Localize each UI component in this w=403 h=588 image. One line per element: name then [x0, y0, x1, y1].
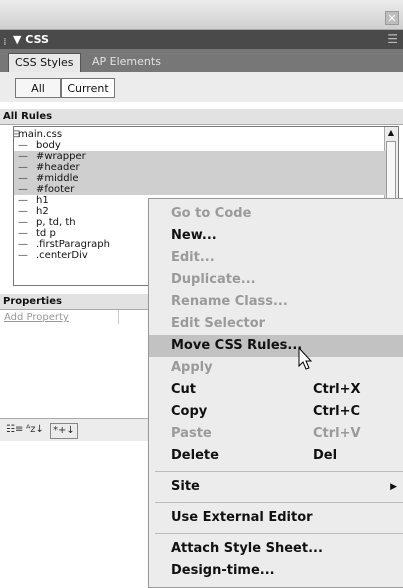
- menu-item-cut[interactable]: Cut Ctrl+X: [149, 379, 403, 401]
- context-menu: Go to Code New... Edit... Duplicate... Renam…: [148, 198, 403, 588]
- panel-title[interactable]: ▼ CSS: [13, 30, 49, 49]
- current-button[interactable]: Current: [61, 78, 115, 98]
- menu-separator: [155, 533, 403, 534]
- rule-label: h1: [36, 195, 49, 206]
- menu-item-paste[interactable]: Paste Ctrl+V: [149, 423, 403, 445]
- menu-item-label: Use External Editor: [171, 510, 313, 525]
- rule-label: #middle: [36, 173, 79, 184]
- menu-item-label: Apply: [171, 360, 213, 375]
- menu-item-shortcut: Ctrl+V: [313, 426, 361, 441]
- rule-label: #wrapper: [36, 151, 86, 162]
- collapse-icon[interactable]: ⊟: [14, 129, 20, 140]
- rule-label: .centerDiv: [36, 250, 88, 261]
- tree-line-icon: —: [18, 184, 28, 195]
- menu-item-label: Rename Class...: [171, 294, 288, 309]
- tree-line-icon: —: [18, 250, 28, 261]
- rule-row[interactable]: #wrapper —: [14, 151, 386, 162]
- menu-item-attach-style-sheet[interactable]: Attach Style Sheet...: [149, 538, 403, 560]
- menu-item-shortcut: Ctrl+C: [313, 404, 361, 419]
- mode-toggles: All Current: [0, 72, 403, 102]
- tree-line-icon: —: [18, 195, 28, 206]
- scroll-up-icon[interactable]: ▲: [386, 128, 396, 138]
- rule-row[interactable]: #footer —: [14, 184, 386, 195]
- menu-item-label: Attach Style Sheet...: [171, 541, 323, 556]
- menu-item-design-time[interactable]: Design-time...: [149, 560, 403, 582]
- menu-item-apply[interactable]: Apply: [149, 357, 403, 379]
- menu-item-duplicate[interactable]: Duplicate...: [149, 269, 403, 291]
- rule-row[interactable]: #header —: [14, 162, 386, 173]
- menu-item-shortcut: Ctrl+X: [313, 382, 361, 397]
- menu-item-label: Edit...: [171, 250, 215, 265]
- menu-item-copy[interactable]: Copy Ctrl+C: [149, 401, 403, 423]
- tab-css-styles[interactable]: CSS Styles: [8, 53, 81, 72]
- menu-item-label: Move CSS Rules...: [171, 338, 303, 353]
- menu-item-label: Paste: [171, 426, 212, 441]
- menu-item-label: New...: [171, 228, 217, 243]
- rule-label: body: [36, 140, 61, 151]
- tree-line-icon: —: [18, 151, 28, 162]
- menu-item-label: Duplicate...: [171, 272, 256, 287]
- all-button[interactable]: All: [15, 78, 61, 98]
- mouse-cursor-icon: [298, 347, 313, 370]
- rule-label: main.css: [18, 129, 63, 140]
- menu-item-label: Delete: [171, 448, 219, 463]
- add-property-link[interactable]: Add Property: [4, 312, 69, 323]
- panel-options-icon[interactable]: ☰: [387, 30, 398, 49]
- tree-line-icon: —: [18, 162, 28, 173]
- menu-separator: [155, 502, 403, 503]
- menu-item-edit-selector[interactable]: Edit Selector: [149, 313, 403, 335]
- property-divider: [118, 310, 119, 324]
- menu-item-delete[interactable]: Delete Del: [149, 445, 403, 467]
- rule-row[interactable]: #middle —: [14, 173, 386, 184]
- rule-label: td p: [36, 228, 56, 239]
- tree-line-icon: —: [18, 239, 28, 250]
- rule-label: .firstParagraph: [36, 239, 110, 250]
- tree-line-icon: —: [18, 228, 28, 239]
- all-rules-heading: All Rules: [0, 109, 403, 125]
- menu-separator: [155, 471, 403, 472]
- rule-label: p, td, th: [36, 217, 76, 228]
- menu-item-edit[interactable]: Edit...: [149, 247, 403, 269]
- menu-item-rename-class[interactable]: Rename Class...: [149, 291, 403, 313]
- menu-item-label: Design-time...: [171, 563, 275, 578]
- tree-line-icon: —: [18, 173, 28, 184]
- tree-line-icon: —: [18, 140, 28, 151]
- menu-item-label: Edit Selector: [171, 316, 266, 331]
- rule-label: #header: [36, 162, 80, 173]
- menu-item-move-css-rules[interactable]: Move CSS Rules...: [149, 335, 403, 357]
- menu-item-use-external-editor[interactable]: Use External Editor: [149, 507, 403, 529]
- menu-item-go-to-code[interactable]: Go to Code: [149, 203, 403, 225]
- tab-ap-elements[interactable]: AP Elements: [86, 53, 167, 72]
- tab-bar: CSS Styles AP Elements: [0, 49, 403, 72]
- rule-row[interactable]: body —: [14, 140, 386, 151]
- tree-line-icon: —: [18, 217, 28, 228]
- set-properties-icon[interactable]: *+↓: [50, 423, 78, 439]
- rule-label: h2: [36, 206, 49, 217]
- tree-line-icon: —: [18, 206, 28, 217]
- rule-row[interactable]: main.css⊟: [14, 129, 386, 140]
- menu-item-new[interactable]: New...: [149, 225, 403, 247]
- alpha-sort-icon[interactable]: ᴬz↓: [26, 423, 44, 437]
- category-view-icon[interactable]: ☷≡: [6, 423, 23, 437]
- menu-item-label: Copy: [171, 404, 208, 419]
- rule-label: #footer: [36, 184, 75, 195]
- close-icon[interactable]: ✕: [385, 11, 399, 25]
- window-titlebar: ✕: [0, 0, 403, 30]
- menu-item-shortcut: Del: [313, 448, 338, 463]
- menu-item-site[interactable]: Site ▶: [149, 476, 403, 498]
- menu-item-label: Site: [171, 479, 200, 494]
- menu-item-label: Cut: [171, 382, 197, 397]
- submenu-arrow-icon: ▶: [390, 482, 397, 492]
- menu-item-label: Go to Code: [171, 206, 252, 221]
- panel-header[interactable]: ⁞ ▼ CSS ☰: [0, 30, 403, 49]
